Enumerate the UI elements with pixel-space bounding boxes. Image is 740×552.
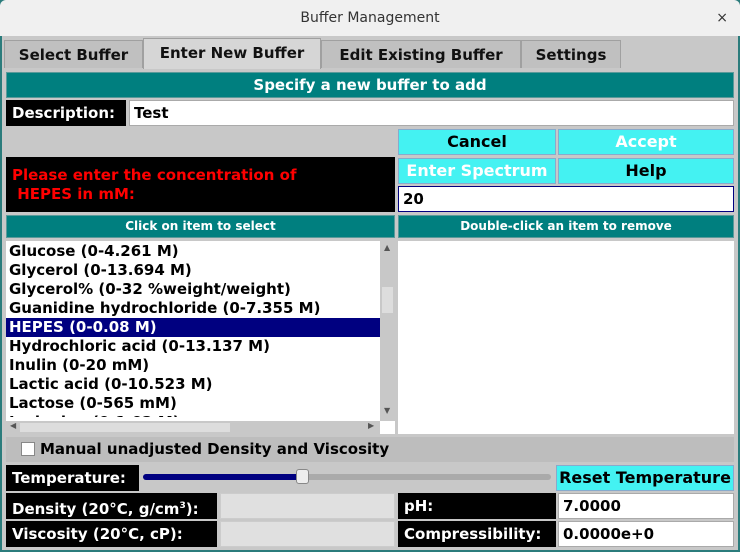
scroll-right-icon[interactable]: ▶ xyxy=(368,421,374,430)
temperature-slider[interactable] xyxy=(143,469,551,484)
list-item[interactable]: Glucose (0-4.261 M) xyxy=(6,242,380,261)
viscosity-field xyxy=(220,521,395,547)
accept-button[interactable]: Accept xyxy=(558,129,734,155)
selected-components-list[interactable] xyxy=(398,241,734,434)
scroll-down-icon[interactable]: ▼ xyxy=(384,406,390,415)
compressibility-label: Compressibility: xyxy=(398,521,556,547)
slider-handle[interactable] xyxy=(296,469,310,484)
hscrollbar-thumb[interactable] xyxy=(20,423,230,432)
compressibility-input[interactable]: 0.0000e+0 xyxy=(558,521,734,547)
density-label-text: Density (20°C, g/cm xyxy=(12,500,180,518)
manual-row: Manual unadjusted Density and Viscosity xyxy=(6,437,734,462)
right-list-header: Double-click an item to remove xyxy=(398,215,734,238)
prompt-line-1: Please enter the concentration of xyxy=(12,166,297,184)
list-item[interactable]: Lactic acid (0-10.523 M) xyxy=(6,375,380,394)
list-item[interactable]: L-alanine (0-1.02 M) xyxy=(6,413,380,417)
left-list-header: Click on item to select xyxy=(6,215,395,238)
description-label: Description: xyxy=(6,100,126,126)
list-item[interactable]: Inulin (0-20 mM) xyxy=(6,356,380,375)
ph-input[interactable]: 7.0000 xyxy=(558,493,734,519)
vertical-scrollbar[interactable]: ▲ ▼ xyxy=(380,241,395,421)
list-item[interactable]: HEPES (0-0.08 M) xyxy=(6,318,380,337)
reset-temperature-button[interactable]: Reset Temperature xyxy=(556,465,734,491)
tab-select-buffer[interactable]: Select Buffer xyxy=(4,40,143,68)
list-item[interactable]: Glycerol% (0-32 %weight/weight) xyxy=(6,280,380,299)
concentration-prompt: Please enter the concentration of HEPES … xyxy=(6,157,395,212)
prompt-line-2: HEPES in mM: xyxy=(12,185,135,203)
scroll-up-icon[interactable]: ▲ xyxy=(384,243,390,252)
tab-enter-new-buffer[interactable]: Enter New Buffer xyxy=(143,38,321,69)
section-header: Specify a new buffer to add xyxy=(6,72,734,98)
tab-edit-existing-buffer[interactable]: Edit Existing Buffer xyxy=(321,40,521,68)
description-input[interactable]: Test xyxy=(129,100,734,126)
manual-checkbox[interactable] xyxy=(21,442,35,456)
manual-checkbox-label: Manual unadjusted Density and Viscosity xyxy=(40,440,390,458)
horizontal-scrollbar[interactable]: ◀ ▶ xyxy=(6,421,380,434)
cancel-button[interactable]: Cancel xyxy=(398,129,556,155)
tab-settings[interactable]: Settings xyxy=(521,40,621,68)
window-title: Buffer Management xyxy=(300,10,440,26)
help-button[interactable]: Help xyxy=(558,158,734,184)
concentration-input[interactable]: 20 xyxy=(398,186,734,212)
list-item[interactable]: Lactose (0-565 mM) xyxy=(6,394,380,413)
slider-fill xyxy=(143,474,303,480)
component-list[interactable]: Glucose (0-4.261 M) Glycerol (0-13.694 M)… xyxy=(6,241,395,434)
density-suffix: ): xyxy=(185,500,199,518)
scroll-left-icon[interactable]: ◀ xyxy=(10,421,16,430)
temperature-label: Temperature: xyxy=(6,465,139,491)
density-field xyxy=(220,493,395,519)
list-item[interactable]: Hydrochloric acid (0-13.137 M) xyxy=(6,337,380,356)
list-item[interactable]: Guanidine hydrochloride (0-7.355 M) xyxy=(6,299,380,318)
density-label: Density (20°C, g/cm3): xyxy=(6,493,217,519)
ph-label: pH: xyxy=(398,493,556,519)
list-item[interactable]: Glycerol (0-13.694 M) xyxy=(6,261,380,280)
scrollbar-thumb[interactable] xyxy=(382,287,393,313)
close-icon[interactable]: × xyxy=(716,0,728,36)
enter-spectrum-button[interactable]: Enter Spectrum xyxy=(398,158,556,184)
title-bar: Buffer Management xyxy=(0,0,740,36)
viscosity-label: Viscosity (20°C, cP): xyxy=(6,521,217,547)
